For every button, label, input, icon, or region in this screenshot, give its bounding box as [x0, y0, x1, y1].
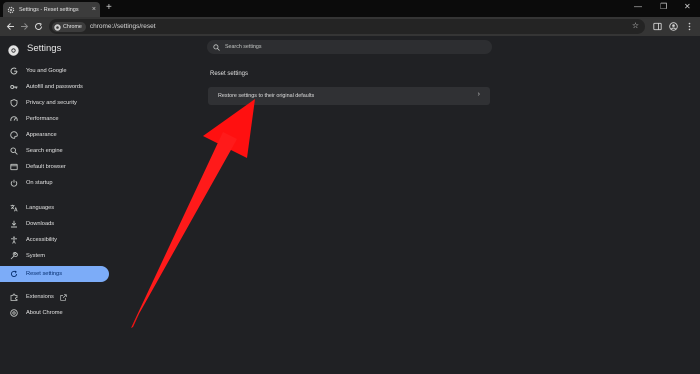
close-window-button[interactable]: ✕: [684, 2, 691, 12]
chip-label: Chrome: [63, 23, 82, 30]
translate-icon: [10, 204, 18, 212]
sidebar-item-label: Privacy and security: [26, 100, 77, 106]
page-title: Settings: [27, 43, 62, 54]
search-input[interactable]: Search settings: [207, 40, 492, 54]
power-icon: [10, 179, 18, 187]
new-tab-button[interactable]: +: [106, 3, 112, 13]
key-icon: [10, 83, 18, 91]
accessibility-icon: [10, 236, 18, 244]
sidebar-item-label: Extensions: [26, 294, 54, 300]
sidebar-item-system[interactable]: System: [0, 248, 109, 264]
browser-icon: [10, 163, 18, 171]
sidebar-item-performance[interactable]: Performance: [0, 111, 109, 127]
minimize-button[interactable]: —: [634, 2, 642, 12]
sidebar-item-autofill[interactable]: Autofill and passwords: [0, 79, 109, 95]
chrome-chip: Chrome: [52, 21, 86, 32]
bookmark-star-icon[interactable]: ☆: [632, 21, 639, 31]
reset-icon: [10, 270, 18, 278]
sidebar-item-privacy[interactable]: Privacy and security: [0, 95, 109, 111]
palette-icon: [10, 131, 18, 139]
speedometer-icon: [10, 115, 18, 123]
sidebar-item-downloads[interactable]: Downloads: [0, 216, 109, 232]
wrench-icon: [10, 252, 18, 260]
gear-icon: [7, 6, 15, 14]
sidebar-item-label: About Chrome: [26, 310, 63, 316]
forward-arrow-icon[interactable]: [19, 21, 29, 31]
sidebar-item-about-chrome[interactable]: About Chrome: [0, 305, 109, 321]
reload-icon[interactable]: [33, 21, 43, 31]
download-icon: [10, 220, 18, 228]
sidebar-item-label: Downloads: [26, 221, 55, 227]
sidebar-item-label: Reset settings: [26, 271, 63, 277]
chevron-right-icon: ›: [477, 91, 480, 98]
tab-settings[interactable]: Settings - Reset settings ×: [3, 2, 100, 17]
sidebar-item-label: Languages: [26, 205, 55, 211]
external-link-icon: [60, 293, 67, 301]
address-bar[interactable]: Chrome chrome://settings/reset ☆: [49, 19, 645, 34]
tab-title: Settings - Reset settings: [19, 6, 79, 13]
google-icon: [10, 67, 18, 75]
sidebar-item-appearance[interactable]: Appearance: [0, 127, 109, 143]
chrome-logo-icon: [8, 43, 19, 56]
sidebar-item-you-and-google[interactable]: You and Google: [0, 63, 109, 79]
shield-icon: [10, 99, 18, 107]
sidebar-item-label: Performance: [26, 116, 59, 122]
search-icon: [213, 38, 220, 56]
chrome-icon: [10, 309, 18, 317]
restore-defaults-row[interactable]: Restore settings to their original defau…: [208, 87, 490, 105]
sidebar-item-label: Search engine: [26, 148, 63, 154]
back-arrow-icon[interactable]: [5, 21, 15, 31]
sidebar-item-label: On startup: [26, 180, 53, 186]
sidebar-item-label: Accessibility: [26, 237, 57, 243]
side-panel-icon[interactable]: [652, 21, 662, 31]
tab-strip: Settings - Reset settings × + — ❐ ✕: [0, 0, 700, 17]
sidebar-item-label: Appearance: [26, 132, 57, 138]
sidebar-item-languages[interactable]: Languages: [0, 200, 109, 216]
sidebar-item-label: System: [26, 253, 45, 259]
sidebar-item-label: Autofill and passwords: [26, 84, 83, 90]
search-icon: [10, 147, 18, 155]
sidebar-item-reset-settings[interactable]: Reset settings: [0, 266, 109, 282]
sidebar-item-label: You and Google: [26, 68, 67, 74]
toolbar: Chrome chrome://settings/reset ☆: [0, 17, 700, 36]
sidebar-item-accessibility[interactable]: Accessibility: [0, 232, 109, 248]
chrome-icon: [54, 18, 61, 36]
sidebar-item-default-browser[interactable]: Default browser: [0, 159, 109, 175]
search-placeholder: Search settings: [225, 44, 262, 50]
more-menu-icon[interactable]: [684, 21, 694, 31]
url-text: chrome://settings/reset: [89, 23, 156, 30]
sidebar-item-search-engine[interactable]: Search engine: [0, 143, 109, 159]
section-title: Reset settings: [210, 71, 249, 77]
maximize-button[interactable]: ❐: [660, 2, 667, 12]
restore-defaults-label: Restore settings to their original defau…: [218, 93, 315, 99]
sidebar-item-label: Default browser: [26, 164, 66, 170]
puzzle-icon: [10, 293, 18, 301]
profile-icon[interactable]: [668, 21, 678, 31]
sidebar-item-extensions[interactable]: Extensions: [0, 289, 109, 305]
tab-close-button[interactable]: ×: [92, 6, 96, 13]
sidebar-item-on-startup[interactable]: On startup: [0, 175, 109, 191]
